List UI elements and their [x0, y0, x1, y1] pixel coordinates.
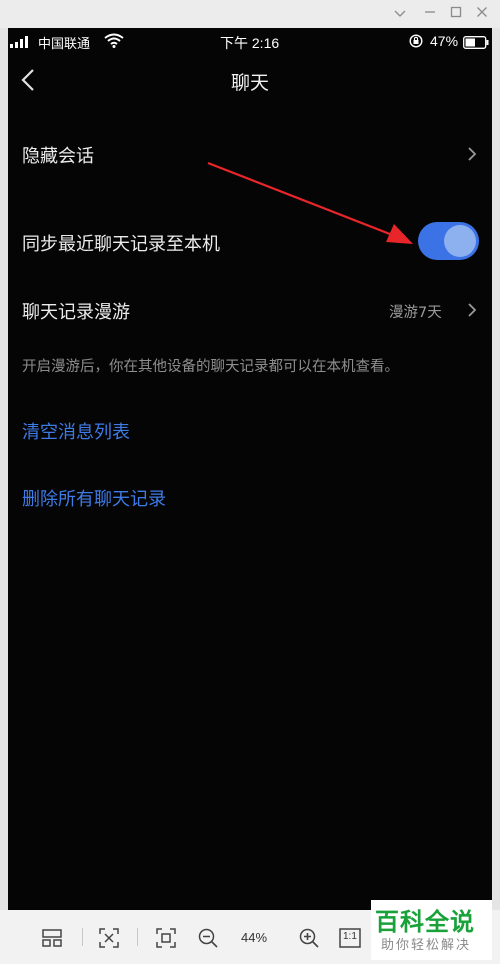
- window-frame-left: [0, 28, 8, 910]
- fit-screen-icon[interactable]: [97, 926, 121, 950]
- clear-message-list-button[interactable]: 清空消息列表: [22, 418, 130, 444]
- minimize-icon[interactable]: [420, 4, 440, 24]
- zoom-level: 44%: [241, 930, 268, 945]
- delete-all-chat-history-button[interactable]: 删除所有聊天记录: [22, 485, 166, 511]
- actual-size-button[interactable]: 1:1: [338, 926, 362, 950]
- window-title-bar: [0, 0, 500, 28]
- chevron-down-icon[interactable]: [390, 4, 410, 24]
- toolbar-divider: [82, 928, 83, 946]
- maximize-icon[interactable]: [446, 4, 466, 24]
- close-icon[interactable]: [472, 4, 492, 24]
- phone-screen: 中国联通 下午 2:16 47% 聊天 隐藏会话 同步最近聊天记录至本机 聊天记…: [8, 28, 492, 910]
- annotation-arrow: [207, 161, 413, 244]
- zoom-in-icon[interactable]: [297, 926, 321, 950]
- actual-size-label: 1:1: [343, 931, 357, 942]
- roaming-hint-text: 开启漫游后，你在其他设备的聊天记录都可以在本机查看。: [22, 359, 399, 375]
- thumbnails-icon[interactable]: [40, 926, 64, 950]
- toolbar-divider: [137, 928, 138, 946]
- watermark-subtitle: 助你轻松解决: [381, 938, 472, 953]
- window-frame-right: [492, 28, 500, 910]
- zoom-out-icon[interactable]: [196, 926, 220, 950]
- watermark-logo: 百科全说 助你轻松解决: [371, 900, 492, 960]
- watermark-title: 百科全说: [375, 908, 475, 936]
- fullscreen-icon[interactable]: [154, 926, 178, 950]
